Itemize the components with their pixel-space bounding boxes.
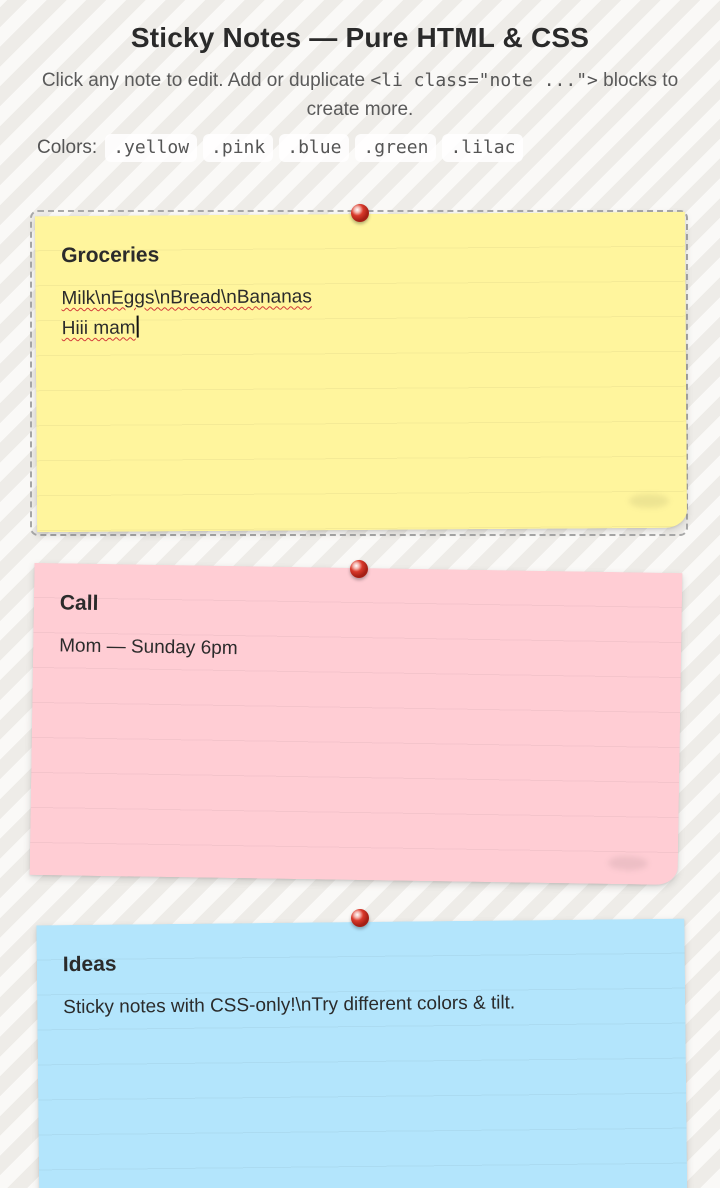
note-body-editor[interactable]: Mom — Sunday 6pm — [59, 631, 661, 670]
color-chip-lilac: .lilac — [442, 134, 524, 162]
note-body-text: Mom — Sunday 6pm — [59, 635, 238, 660]
instructions-code: <li class="note ..."> — [370, 70, 598, 91]
note-body-editor[interactable]: Milk\nEggs\nBread\nBananas Hiii mam — [61, 280, 665, 344]
text-cursor — [136, 315, 139, 338]
note-body-line: Hiii mam — [62, 310, 666, 344]
page-curl — [607, 855, 648, 871]
note-title[interactable]: Groceries — [61, 243, 159, 268]
note-call[interactable]: Call Mom — Sunday 6pm — [29, 562, 683, 886]
color-chip-pink: .pink — [203, 134, 274, 162]
note-body-text: Hiii mam — [61, 317, 136, 340]
instructions-part-1: Click any note to edit. Add or duplicate — [41, 70, 371, 91]
page-title: Sticky Notes — Pure HTML & CSS — [130, 22, 590, 53]
note-title[interactable]: Ideas — [63, 953, 117, 978]
pin-icon — [350, 560, 368, 578]
note-body-text: Milk\nEggs\nBread\nBananas — [61, 286, 312, 310]
note-groceries[interactable]: Groceries Milk\nEggs\nBread\nBananas Hii… — [34, 211, 688, 533]
color-chip-yellow: .yellow — [105, 134, 198, 162]
note-body-text: Sticky notes with CSS-only!\nTry differe… — [63, 992, 516, 1019]
note-title[interactable]: Call — [60, 591, 99, 616]
note-body-line: Milk\nEggs\nBread\nBananas — [61, 280, 665, 314]
note-body-editor[interactable]: Sticky notes with CSS-only!\nTry differe… — [63, 987, 665, 1023]
pin-icon — [351, 909, 369, 927]
colors-label: Colors: — [37, 137, 98, 158]
note-ideas[interactable]: Ideas Sticky notes with CSS-only!\nTry d… — [36, 918, 688, 1188]
color-chip-blue: .blue — [279, 134, 350, 162]
instructions-text: Click any note to edit. Add or duplicate… — [40, 66, 680, 124]
color-chip-green: .green — [355, 134, 437, 162]
page-curl — [628, 493, 669, 509]
color-legend: Colors: .yellow .pink .blue .green .lila… — [37, 134, 524, 162]
pin-icon — [351, 204, 369, 222]
